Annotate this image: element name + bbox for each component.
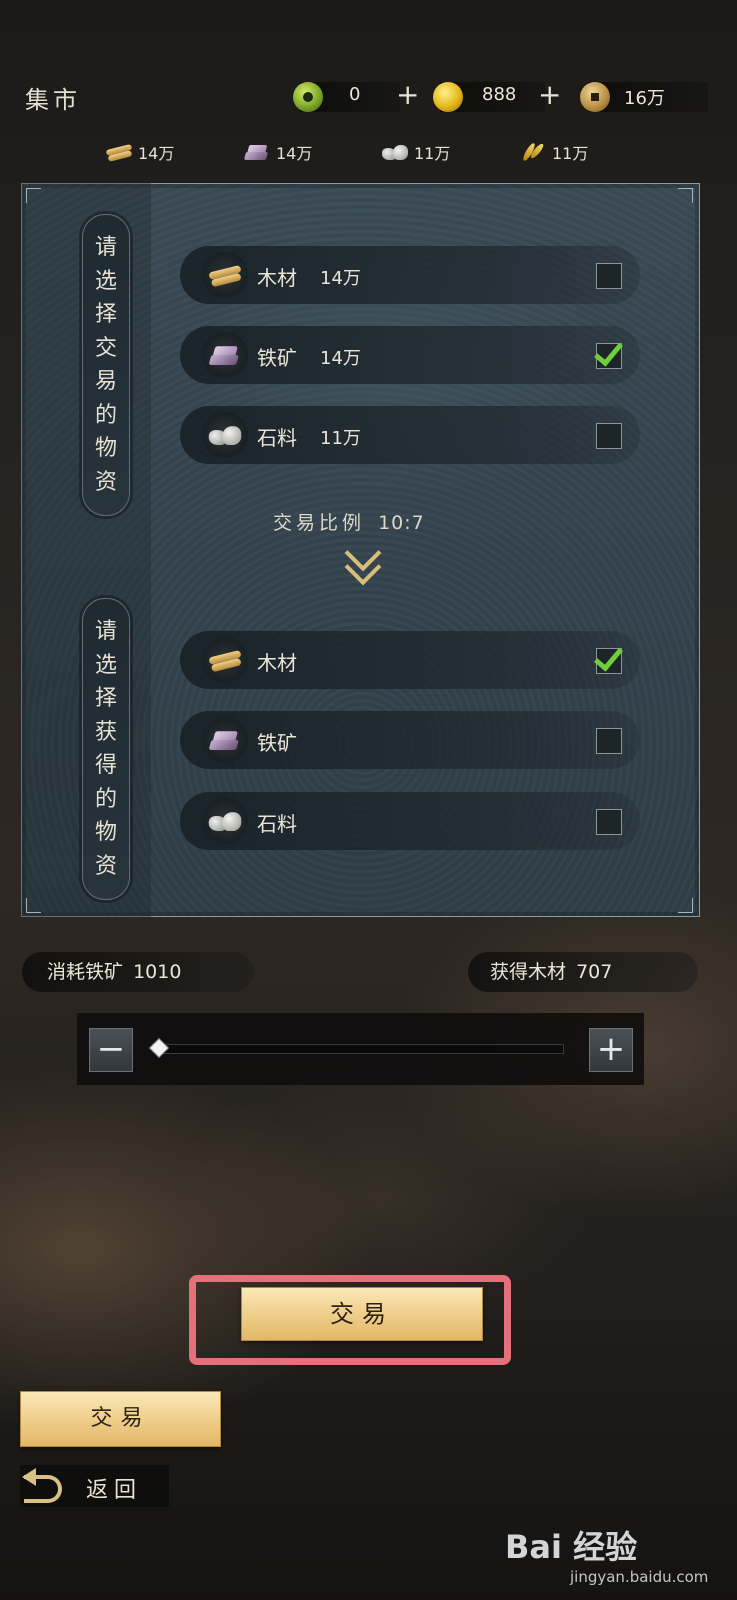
back-arrow-head-icon bbox=[22, 1468, 36, 1486]
trade-tab-button[interactable]: 交易 bbox=[20, 1391, 221, 1447]
resource-grain-value: 11万 bbox=[552, 144, 589, 163]
consume-value: 1010 bbox=[133, 961, 182, 983]
receive-label-char: 获 bbox=[94, 719, 117, 745]
resource-wood-value: 14万 bbox=[138, 144, 175, 163]
wood-icon bbox=[206, 263, 244, 288]
give-label-char: 选 bbox=[94, 268, 117, 294]
gain-value: 707 bbox=[576, 961, 613, 983]
give-label-char: 物 bbox=[94, 436, 117, 461]
give-label-char: 择 bbox=[94, 302, 117, 327]
resource-grain: 11万 bbox=[518, 140, 588, 164]
jade-value: 0 bbox=[349, 84, 361, 105]
watermark-brand: Bai 经验 bbox=[505, 1528, 638, 1566]
receive-label-char: 择 bbox=[94, 686, 117, 711]
stone-icon bbox=[380, 142, 410, 162]
trade-ratio: 交易比例 10:7 bbox=[273, 508, 425, 535]
give-item-name: 铁矿 bbox=[257, 346, 297, 370]
give-stone-checkbox[interactable] bbox=[596, 423, 622, 449]
give-wood-checkbox[interactable] bbox=[596, 263, 622, 289]
give-item-stone[interactable] bbox=[180, 406, 640, 464]
panel-corner bbox=[678, 188, 693, 203]
iron-icon bbox=[206, 728, 244, 753]
receive-wood-checkbox[interactable] bbox=[594, 641, 623, 674]
receive-label-char: 选 bbox=[94, 652, 117, 678]
resource-stone: 11万 bbox=[380, 140, 450, 164]
quantity-slider-track[interactable] bbox=[158, 1044, 564, 1054]
panel-corner bbox=[26, 188, 41, 203]
gold-value: 888 bbox=[482, 84, 517, 105]
give-label-char: 的 bbox=[94, 402, 117, 428]
trade-ratio-label: 交易比例 bbox=[273, 512, 366, 534]
iron-icon bbox=[242, 142, 272, 162]
gold-ingot-icon bbox=[433, 82, 463, 112]
give-item-iron[interactable] bbox=[180, 326, 640, 384]
give-item-name: 木材 bbox=[257, 266, 297, 290]
give-label-char: 交 bbox=[94, 335, 117, 361]
iron-icon bbox=[206, 343, 244, 368]
add-gold-button[interactable]: + bbox=[538, 78, 561, 112]
give-label-char: 易 bbox=[94, 369, 117, 394]
panel-corner bbox=[26, 898, 41, 913]
page-title: 集市 bbox=[25, 86, 81, 114]
receive-stone-checkbox[interactable] bbox=[596, 809, 622, 835]
receive-iron-icon-badge bbox=[202, 717, 248, 763]
give-iron-checkbox[interactable] bbox=[594, 336, 623, 369]
receive-label-char: 资 bbox=[94, 853, 117, 879]
coin-value: 16万 bbox=[624, 88, 665, 109]
increase-button[interactable]: + bbox=[589, 1028, 633, 1072]
receive-label-char: 物 bbox=[94, 820, 117, 845]
stone-icon bbox=[206, 423, 244, 448]
trade-ratio-value: 10:7 bbox=[378, 512, 425, 534]
resource-iron-value: 14万 bbox=[276, 144, 313, 163]
watermark-url: jingyan.baidu.com bbox=[570, 1568, 709, 1586]
add-jade-button[interactable]: + bbox=[396, 78, 419, 112]
trade-button[interactable]: 交易 bbox=[241, 1287, 483, 1341]
grain-icon bbox=[518, 142, 548, 162]
jade-icon bbox=[293, 82, 323, 112]
give-item-wood[interactable] bbox=[180, 246, 640, 304]
give-item-qty: 11万 bbox=[320, 428, 361, 449]
consume-label: 消耗铁矿 bbox=[47, 961, 124, 983]
give-label-char: 资 bbox=[94, 469, 117, 495]
give-section-label: 请 选 择 交 易 的 物 资 bbox=[82, 214, 130, 516]
back-label: 返回 bbox=[86, 1478, 143, 1503]
panel-corner bbox=[678, 898, 693, 913]
give-iron-icon-badge bbox=[202, 332, 248, 378]
stone-icon bbox=[206, 809, 244, 834]
resource-wood: 14万 bbox=[104, 140, 174, 164]
receive-item-name: 木材 bbox=[257, 651, 297, 675]
copper-coin-icon bbox=[580, 82, 610, 112]
give-label-char: 请 bbox=[94, 235, 117, 260]
wood-icon bbox=[104, 142, 134, 162]
receive-wood-icon-badge bbox=[202, 637, 248, 683]
receive-section-label: 请 选 择 获 得 的 物 资 bbox=[82, 598, 130, 900]
receive-stone-icon-badge bbox=[202, 798, 248, 844]
wood-icon bbox=[206, 648, 244, 673]
give-item-qty: 14万 bbox=[320, 268, 361, 289]
resource-stone-value: 11万 bbox=[414, 144, 451, 163]
gain-summary: 获得木材 707 bbox=[468, 952, 698, 992]
receive-label-char: 得 bbox=[94, 753, 117, 778]
decrease-button[interactable]: − bbox=[89, 1028, 133, 1072]
give-item-qty: 14万 bbox=[320, 348, 361, 369]
gain-label: 获得木材 bbox=[490, 961, 567, 983]
receive-item-name: 石料 bbox=[257, 812, 297, 836]
receive-item-name: 铁矿 bbox=[257, 731, 297, 755]
give-wood-icon-badge bbox=[202, 252, 248, 298]
receive-label-char: 的 bbox=[94, 786, 117, 812]
receive-label-char: 请 bbox=[94, 619, 117, 644]
receive-item-stone[interactable] bbox=[180, 792, 640, 850]
give-item-name: 石料 bbox=[257, 426, 297, 450]
receive-item-iron[interactable] bbox=[180, 711, 640, 769]
resource-iron: 14万 bbox=[242, 140, 312, 164]
receive-item-wood[interactable] bbox=[180, 631, 640, 689]
consume-summary: 消耗铁矿 1010 bbox=[22, 952, 254, 992]
receive-iron-checkbox[interactable] bbox=[596, 728, 622, 754]
give-stone-icon-badge bbox=[202, 412, 248, 458]
